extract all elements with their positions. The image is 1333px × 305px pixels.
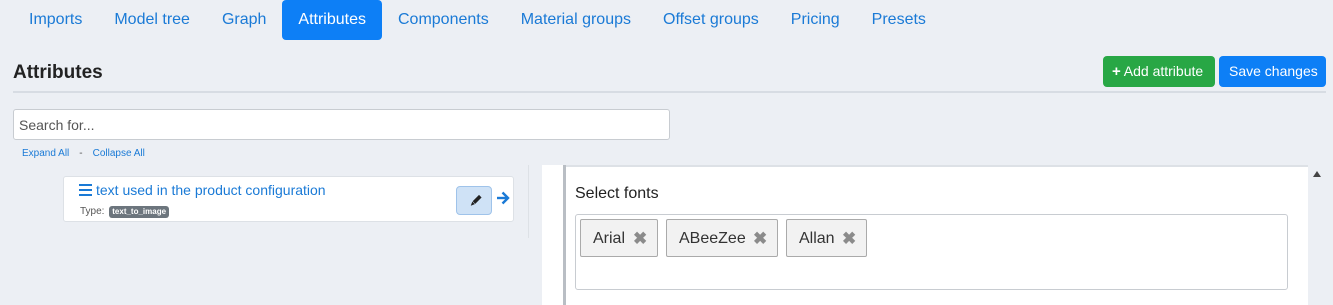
tree-controls: Expand All - Collapse All: [22, 148, 145, 159]
chip-label: Allan: [799, 230, 835, 247]
expand-all-link[interactable]: Expand All: [22, 148, 69, 159]
font-chip-arial: Arial ✖: [580, 219, 658, 257]
close-icon[interactable]: ✖: [753, 220, 767, 258]
hamburger-icon[interactable]: [79, 184, 92, 199]
type-label: Type:: [80, 206, 105, 217]
chip-label: Arial: [593, 230, 626, 247]
tree-item-type: Type: text_to_image: [80, 206, 170, 218]
tab-bar: Imports Model tree Graph Attributes Comp…: [13, 0, 942, 40]
close-icon[interactable]: ✖: [842, 220, 856, 258]
tree-item-label[interactable]: text used in the product configuration: [96, 182, 326, 198]
scrollbar[interactable]: [1308, 165, 1333, 305]
tab-material-groups[interactable]: Material groups: [505, 0, 647, 40]
tree-item: text used in the product configuration T…: [63, 176, 514, 222]
column-divider: [528, 165, 529, 238]
header-divider: [13, 91, 1326, 93]
chip-label: ABeeZee: [679, 230, 746, 247]
tree-controls-separator: -: [79, 148, 83, 159]
tab-components[interactable]: Components: [382, 0, 505, 40]
type-badge: text_to_image: [109, 206, 170, 218]
font-chip-allan: Allan ✖: [786, 219, 867, 257]
add-attribute-button[interactable]: + Add attribute: [1103, 56, 1215, 87]
tab-offset-groups[interactable]: Offset groups: [647, 0, 775, 40]
collapse-all-link[interactable]: Collapse All: [93, 148, 145, 159]
scroll-up-arrow-icon[interactable]: [1312, 170, 1322, 178]
search-input[interactable]: [13, 109, 670, 140]
tab-imports[interactable]: Imports: [13, 0, 98, 40]
add-attribute-label: Add attribute: [1123, 63, 1204, 79]
select-fonts-label: Select fonts: [575, 185, 659, 202]
page-title: Attributes: [13, 62, 103, 83]
pencil-icon: [470, 194, 482, 206]
tab-presets[interactable]: Presets: [856, 0, 942, 40]
close-icon[interactable]: ✖: [633, 220, 647, 258]
font-chip-abeezee: ABeeZee ✖: [666, 219, 778, 257]
attribute-detail-panel: Select fonts Arial ✖ ABeeZee ✖ Allan ✖: [542, 165, 1308, 305]
tab-pricing[interactable]: Pricing: [775, 0, 856, 40]
edit-button[interactable]: [456, 186, 492, 215]
tab-graph[interactable]: Graph: [206, 0, 282, 40]
tab-model-tree[interactable]: Model tree: [98, 0, 206, 40]
save-changes-button[interactable]: Save changes: [1219, 56, 1326, 87]
plus-icon: +: [1112, 63, 1121, 80]
tab-attributes[interactable]: Attributes: [282, 0, 382, 40]
panel-left-border: [563, 165, 566, 305]
panel-top-border: [566, 165, 1308, 167]
font-multiselect[interactable]: Arial ✖ ABeeZee ✖ Allan ✖: [575, 214, 1288, 290]
arrow-right-icon[interactable]: [496, 189, 510, 207]
